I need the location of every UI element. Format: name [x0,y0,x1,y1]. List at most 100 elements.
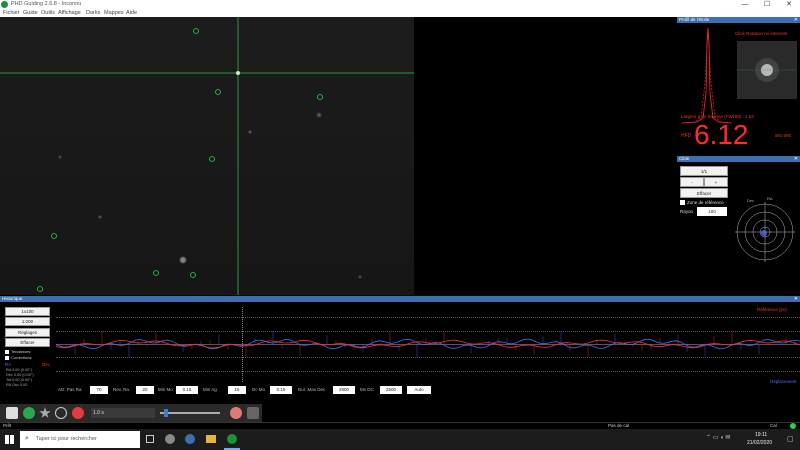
profile-hint: Click-Rotation mi-intensité [735,31,788,36]
param-max-dc-label: Mx DC [360,387,374,392]
status-info: Pas de cal [608,423,630,428]
reference-zone-checkbox[interactable] [680,200,685,205]
param-ra-hyst-label: Rev. Ra [113,387,129,392]
camera-image[interactable] [0,17,414,295]
minimize-button[interactable]: — [734,0,756,9]
trendlines-label: Tendances [11,349,31,354]
taskbar-app2-icon[interactable] [185,434,195,444]
param-max-dc-input[interactable]: 2500 [380,386,402,394]
hfd-label: HFD [681,133,692,139]
clock-date[interactable]: 21/02/2020 [747,440,772,446]
param-max-dec-label: Dur. Max Dec [298,387,326,392]
stop-icon[interactable] [72,407,84,419]
guide-traces [56,330,800,358]
menu-view[interactable]: Affichage [58,10,81,16]
main-toolbar: 1.0 s [0,404,262,422]
hfd-unit: arc-sec [775,133,792,139]
target-clear-button[interactable]: Effacer [680,188,728,198]
graph-right-bottom-label: Déplacement [770,379,797,384]
target-ra-label: RA [767,196,773,201]
search-icon: ⌕ [25,435,29,442]
graph-right-top-label: Référence (px) [757,307,787,312]
target-header: Cible ✕ [677,156,800,162]
exposure-select[interactable]: 1.0 s [91,408,155,418]
graph-title: Historique [2,296,23,301]
param-mode-select[interactable]: Auto [407,386,431,394]
param-dec-agg-input[interactable]: 15 [228,386,246,394]
image-empty-area [414,17,676,295]
param-ra-agg-input[interactable]: 70 [90,386,108,394]
rms-stats: RA 0.00 (0.00'') Dec 0.00 (0.00'') Tot 0… [6,368,52,388]
graph-settings-button[interactable]: Réglages [5,328,50,337]
notification-icon[interactable]: ▢ [787,435,794,443]
graph-close-icon[interactable]: ✕ [794,296,798,302]
task-view-icon[interactable] [146,435,154,443]
history-graph [56,307,800,382]
guide-target-icon[interactable] [55,407,67,419]
graph-clear-button[interactable]: Effacer [5,338,50,347]
graph-dec-legend: Dec [42,362,51,367]
menu-help[interactable]: Aide [126,10,137,16]
menu-maps[interactable]: Mappes [104,10,124,16]
target-title: Cible [679,156,690,161]
star-overlay [0,17,414,295]
camera-connect-icon[interactable] [6,407,18,419]
corrections-checkbox[interactable] [5,356,9,360]
param-ra-agg-label: AD: Pas Ra [58,387,82,392]
target-dec-label: Dec [747,198,755,203]
app-icon [1,1,8,8]
menu-bar: Fichier Guide Outils Affichage Darks Map… [0,9,800,17]
target-zoom-out-button[interactable]: - [680,177,704,187]
corrections-label: Corrections [11,355,32,360]
window-title: PHD Guiding 2.6.8 - Inconnu [11,1,82,7]
param-ra-hyst-input[interactable]: 20 [136,386,154,394]
windows-taskbar: ⌕ Taper ici pour rechercher ⌃ ▭ ◖ ✉ 19:1… [0,429,800,450]
taskbar-app1-icon[interactable] [165,434,175,444]
param-dec-minmo-input[interactable]: 0.15 [270,386,292,394]
brain-settings-icon[interactable] [230,407,242,419]
scale-input[interactable]: 100 [697,207,727,216]
loop-icon[interactable] [23,407,35,419]
target-zoom-in-button[interactable]: + [704,177,728,187]
target-close-icon[interactable]: ✕ [794,156,798,162]
reference-zone-label: Zone de référence [687,200,724,205]
scale-label: Rayon [680,209,694,214]
graph-zoom-y-select[interactable]: 1:200 [5,317,50,326]
file-explorer-icon[interactable] [206,435,216,443]
title-bar: PHD Guiding 2.6.8 - Inconnu — ☐ ✕ [0,0,800,9]
graph-ra-legend: RA [5,362,12,367]
gamma-slider-track[interactable] [160,412,220,414]
param-dec-minmo-label: Dc Mo [252,387,266,392]
close-button[interactable]: ✕ [778,0,800,9]
menu-tools[interactable]: Outils [41,10,55,16]
taskbar-search[interactable]: ⌕ Taper ici pour rechercher [20,431,140,448]
gamma-slider-thumb[interactable] [164,409,168,417]
tray-icons[interactable]: ⌃ ▭ ◖ ✉ [706,434,730,441]
star-select-icon[interactable] [39,407,51,418]
taskbar-phd-icon[interactable] [227,434,237,444]
star-profile-panel: Profil de l'étoile ✕ Click-Rotation mi-i… [677,17,800,155]
target-bullseye [735,202,795,262]
graph-zoom-x-select[interactable]: 1x100 [5,307,50,316]
history-graph-panel: Historique ✕ 1x100 1:200 Réglages Efface… [0,296,800,403]
graph-header: Historique ✕ [0,296,800,302]
hfd-value: 6.12 [694,119,749,150]
rms-osc: RA Osc 0.00 [6,383,28,387]
menu-darks[interactable]: Darks [86,10,100,16]
menu-file[interactable]: Fichier [3,10,20,16]
clock-time[interactable]: 19:11 [755,432,767,438]
maximize-button[interactable]: ☐ [756,0,778,9]
trendlines-checkbox[interactable] [5,350,9,354]
menu-guide[interactable]: Guide [23,10,38,16]
status-text: Prêt [3,423,12,428]
status-cal-label: Cal [770,423,777,428]
param-dec-agg-label: Min Ag [203,387,217,392]
start-windows-icon[interactable] [5,435,14,444]
param-ra-minmo-input[interactable]: 0.15 [176,386,198,394]
param-max-dec-input[interactable]: 2500 [333,386,355,394]
cam-settings-icon[interactable] [247,407,259,419]
target-panel: Cible ✕ 1/1 - + Effacer Zone de référenc… [677,156,800,295]
search-placeholder: Taper ici pour rechercher [36,436,97,442]
param-ra-minmo-label: Min Mo [158,387,173,392]
target-zoom-select[interactable]: 1/1 [680,166,728,176]
